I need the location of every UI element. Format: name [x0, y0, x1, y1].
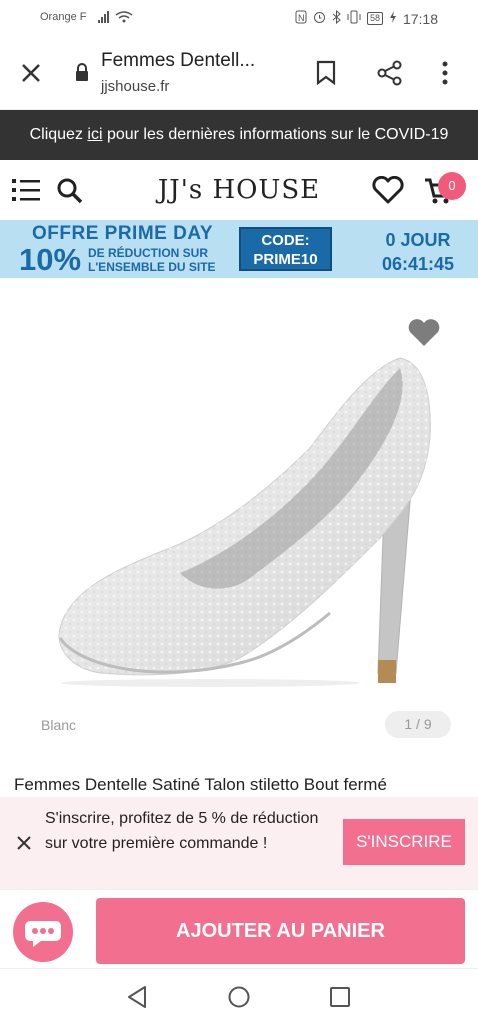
browser-toolbar: Femmes Dentell... jjshouse.fr	[0, 36, 478, 110]
site-logo[interactable]: JJ's HOUSE	[0, 175, 478, 205]
chat-button[interactable]	[13, 902, 73, 962]
bluetooth-icon	[332, 9, 341, 27]
countdown-time: 06:41:45	[381, 254, 455, 274]
covid-banner-prefix: Cliquez	[29, 126, 88, 143]
signal-wifi-icon	[98, 10, 134, 27]
recent-apps-icon[interactable]	[329, 986, 351, 1013]
cart-count-badge: 0	[438, 172, 466, 200]
alarm-icon	[313, 10, 326, 27]
svg-text:N: N	[298, 13, 305, 23]
promo-percent: 10%	[19, 242, 82, 277]
page-title: Femmes Dentell...	[101, 50, 256, 71]
close-tab-icon[interactable]	[18, 60, 44, 91]
promo-code-box: CODE: PRIME10	[239, 227, 332, 271]
add-to-cart-button[interactable]: AJOUTER AU PANIER	[96, 898, 465, 964]
product-action-bar: AJOUTER AU PANIER	[0, 889, 478, 968]
countdown-days: 0 JOUR	[385, 230, 451, 250]
system-nav-bar	[0, 968, 478, 1024]
covid-banner[interactable]: Cliquez ici pour les dernières informati…	[0, 110, 478, 160]
back-icon[interactable]	[126, 985, 148, 1014]
lock-icon	[74, 62, 90, 87]
vibrate-icon	[347, 10, 361, 27]
newsletter-text: S'inscrire, profitez de 5 % de réduction…	[45, 810, 319, 852]
charging-icon	[389, 10, 397, 27]
promo-code-label: CODE:	[261, 232, 310, 249]
status-bar: Orange F N 58 17:18	[0, 0, 478, 36]
image-counter: 1 / 9	[385, 711, 451, 738]
promo-line-2: L'ENSEMBLE DU SITE	[88, 260, 216, 274]
product-image[interactable]	[40, 338, 460, 693]
page-url[interactable]: jjshouse.fr	[101, 78, 169, 95]
clock: 17:18	[402, 10, 438, 27]
share-icon[interactable]	[376, 60, 404, 91]
nfc-icon: N	[295, 10, 307, 27]
promo-countdown: 0 JOUR 06:41:45	[360, 228, 476, 276]
product-gallery[interactable]: Blanc 1 / 9 Femmes Dentelle Satiné Talon…	[0, 278, 478, 798]
newsletter-popup: S'inscrire, profitez de 5 % de réduction…	[0, 797, 478, 889]
product-name: Femmes Dentelle Satiné Talon stiletto Bo…	[14, 775, 387, 794]
bookmark-icon[interactable]	[314, 60, 338, 91]
product-color: Blanc	[41, 717, 77, 733]
overflow-menu-icon[interactable]	[440, 60, 450, 91]
site-header: JJ's HOUSE 0	[0, 160, 478, 220]
promo-description: DE RÉDUCTION SUR L'ENSEMBLE DU SITE	[88, 246, 216, 274]
home-icon[interactable]	[227, 985, 251, 1014]
carrier-name: Orange F	[40, 11, 87, 23]
close-newsletter-icon[interactable]	[16, 835, 32, 856]
covid-banner-link[interactable]: ici	[87, 126, 102, 143]
subscribe-button[interactable]: S'INSCRIRE	[343, 819, 465, 865]
promo-banner[interactable]: OFFRE PRIME DAY 10% DE RÉDUCTION SUR L'E…	[0, 220, 478, 278]
promo-code-value: PRIME10	[253, 251, 318, 268]
wishlist-icon[interactable]	[372, 175, 404, 209]
chat-bubble-icon	[25, 921, 61, 947]
battery-icon: 58	[366, 12, 383, 25]
promo-line-1: DE RÉDUCTION SUR	[88, 246, 209, 260]
covid-banner-suffix: pour les dernières informations sur le C…	[102, 126, 449, 143]
